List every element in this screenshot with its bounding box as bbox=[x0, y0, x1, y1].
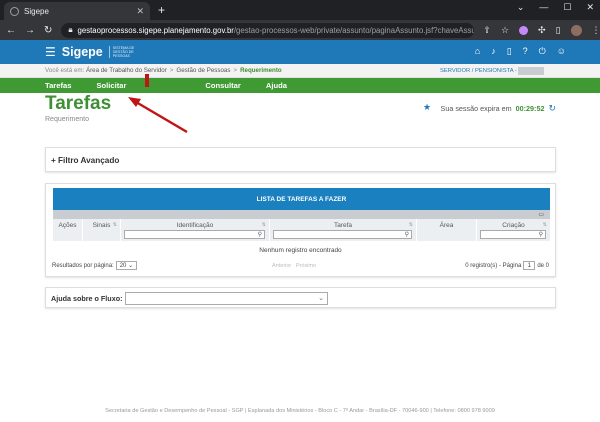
chevron-down-icon[interactable]: ⌄ bbox=[517, 2, 525, 13]
address-bar[interactable]: 🔒︎ gestaoprocessos.sigepe.planejamento.g… bbox=[61, 22, 475, 38]
menu-item-consultar[interactable]: Consultar bbox=[205, 81, 240, 90]
column-sinais[interactable]: Sinais ⇅ bbox=[83, 219, 121, 241]
bookmark-star-icon[interactable]: ☆ bbox=[501, 25, 509, 36]
help-icon[interactable]: ? bbox=[523, 46, 528, 57]
new-tab-button[interactable]: + bbox=[158, 3, 165, 17]
browser-tab[interactable]: Sigepe ✕ bbox=[4, 2, 150, 20]
task-list-panel: LISTA DE TAREFAS A FAZER ▭ Ações Sinais ⇅… bbox=[45, 183, 556, 277]
column-area: Área bbox=[417, 219, 477, 241]
main-menu: Tarefas Solicitar Consultar Ajuda bbox=[0, 74, 600, 93]
sort-icon[interactable]: ⇅ bbox=[113, 222, 117, 228]
bell-icon[interactable]: ♪ bbox=[491, 46, 496, 57]
menu-item-tarefas[interactable]: Tarefas bbox=[45, 81, 71, 90]
column-acoes: Ações bbox=[53, 219, 83, 241]
minimize-icon[interactable]: — bbox=[539, 2, 548, 13]
search-icon: ⚲ bbox=[257, 232, 262, 238]
extension-icon[interactable] bbox=[519, 25, 529, 35]
reload-icon[interactable]: ↻ bbox=[44, 25, 52, 36]
tab-title: Sigepe bbox=[24, 6, 49, 16]
app-header: ☰ Sigepe SISTEMA DE GESTÃO DE PESSOAS ⌂ … bbox=[0, 40, 600, 64]
url-path: /gestao-processos-web/private/assunto/pa… bbox=[233, 25, 475, 35]
flow-help-dropdown[interactable]: ⌄ bbox=[125, 292, 328, 305]
hamburger-menu-icon[interactable]: ☰ bbox=[45, 45, 56, 59]
page-footer: Secretaria de Gestão e Desempenho de Pes… bbox=[105, 408, 495, 414]
breadcrumb-prefix: Você está em: bbox=[45, 67, 85, 74]
pager-nav: Anterior Próximo bbox=[272, 263, 316, 269]
user-icon[interactable]: ☺ bbox=[557, 46, 566, 57]
page-total: de 0 bbox=[537, 262, 549, 269]
mobile-icon[interactable]: ▯ bbox=[507, 46, 512, 57]
refresh-icon[interactable]: ↻ bbox=[548, 103, 556, 114]
logo-subtitle: SISTEMA DE GESTÃO DE PESSOAS bbox=[108, 46, 139, 58]
table-header: Ações Sinais ⇅ Identificação ⇅ ⚲ Tarefa ⇅ ⚲ Á… bbox=[53, 219, 550, 241]
columns-icon[interactable]: ▭ bbox=[538, 211, 544, 218]
session-label: Sua sessão expira em bbox=[440, 104, 512, 113]
flow-help-panel: Ajuda sobre o Fluxo: ⌄ bbox=[45, 287, 556, 308]
search-icon: ⚲ bbox=[404, 232, 409, 238]
advanced-filter-panel[interactable]: + Filtro Avançado bbox=[45, 147, 556, 172]
advanced-filter-toggle[interactable]: + Filtro Avançado bbox=[51, 156, 119, 165]
menu-item-ajuda[interactable]: Ajuda bbox=[266, 81, 287, 90]
sigepe-logo: Sigepe bbox=[61, 45, 103, 59]
sidebar-icon[interactable]: ▯ bbox=[556, 25, 561, 36]
sort-icon[interactable]: ⇅ bbox=[262, 222, 266, 228]
highlight-box bbox=[145, 74, 150, 87]
browser-tab-strip: Sigepe ✕ + ⌄ — ☐ ✕ bbox=[0, 0, 600, 20]
search-icon: ⚲ bbox=[538, 232, 543, 238]
page-info: 0 registro(s) - Página 1 de 0 bbox=[465, 261, 549, 270]
per-page-label: Resultados por página: bbox=[52, 262, 114, 269]
more-icon[interactable]: ⋮ bbox=[592, 25, 600, 36]
chevron-down-icon: ⌄ bbox=[318, 295, 324, 302]
power-icon[interactable]: ⏻ bbox=[539, 46, 546, 57]
header-icons: ⌂ ♪ ▯ ? ⏻ ☺ bbox=[475, 46, 566, 57]
sort-icon[interactable]: ⇅ bbox=[409, 222, 413, 228]
puzzle-icon[interactable]: ✣ bbox=[538, 25, 546, 36]
home-icon[interactable]: ⌂ bbox=[475, 46, 480, 57]
table-title: LISTA DE TAREFAS A FAZER bbox=[53, 188, 550, 210]
empty-message: Nenhum registro encontrado bbox=[259, 247, 342, 254]
column-identificacao[interactable]: Identificação ⇅ ⚲ bbox=[121, 219, 270, 241]
column-tarefa[interactable]: Tarefa ⇅ ⚲ bbox=[270, 219, 417, 241]
column-criacao[interactable]: Criação ⇅ ⚲ bbox=[477, 219, 550, 241]
session-time: 00:29:52 bbox=[515, 104, 545, 113]
window-controls: ⌄ — ☐ ✕ bbox=[517, 2, 594, 13]
page-number-input[interactable]: 1 bbox=[523, 261, 536, 270]
back-icon[interactable]: ← bbox=[6, 25, 16, 36]
breadcrumb-current: Requerimento bbox=[240, 67, 282, 74]
page-subtitle: Requerimento bbox=[45, 116, 89, 123]
flow-help-label: Ajuda sobre o Fluxo: bbox=[51, 294, 123, 303]
favorite-star-icon[interactable]: ★ bbox=[423, 102, 431, 113]
breadcrumb: Você está em: Área de Trabalho do Servid… bbox=[0, 64, 600, 78]
table-toolbar: ▭ bbox=[53, 210, 550, 219]
user-profile-label[interactable]: SERVIDOR / PENSIONISTA - DPF bbox=[440, 68, 530, 74]
prev-page-link[interactable]: Anterior bbox=[272, 263, 291, 269]
next-page-link[interactable]: Próximo bbox=[296, 263, 316, 269]
page-title: Tarefas bbox=[45, 93, 112, 114]
records-count: 0 registro(s) - Página bbox=[465, 262, 522, 269]
forward-icon[interactable]: → bbox=[25, 25, 35, 36]
maximize-icon[interactable]: ☐ bbox=[563, 2, 571, 13]
session-timer: Sua sessão expira em 00:29:52 ↻ bbox=[441, 103, 556, 114]
breadcrumb-item[interactable]: Área de Trabalho do Servidor bbox=[86, 67, 167, 74]
extensions-area: ⇪ ☆ ✣ ▯ ⋮ bbox=[483, 24, 600, 36]
blurred-user-name bbox=[518, 67, 544, 75]
tarefa-filter-input[interactable]: ⚲ bbox=[273, 230, 412, 239]
sort-icon[interactable]: ⇅ bbox=[543, 222, 547, 228]
url-domain: gestaoprocessos.sigepe.planejamento.gov.… bbox=[77, 25, 234, 35]
close-tab-icon[interactable]: ✕ bbox=[136, 6, 144, 17]
menu-item-solicitar[interactable]: Solicitar bbox=[96, 74, 180, 90]
lock-icon: 🔒︎ bbox=[68, 25, 73, 34]
criacao-filter-input[interactable]: ⚲ bbox=[480, 230, 546, 239]
share-icon[interactable]: ⇪ bbox=[483, 25, 491, 36]
profile-avatar[interactable] bbox=[570, 24, 582, 36]
identificacao-filter-input[interactable]: ⚲ bbox=[124, 230, 265, 239]
browser-toolbar: ← → ↻ 🔒︎ gestaoprocessos.sigepe.planejam… bbox=[0, 20, 600, 40]
page-title-area: Tarefas Requerimento ★ Sua sessão expira… bbox=[0, 93, 600, 139]
close-window-icon[interactable]: ✕ bbox=[586, 2, 594, 13]
globe-icon bbox=[10, 6, 19, 16]
table-pager: Resultados por página: 20 ⌄ Anterior Pró… bbox=[52, 261, 549, 270]
breadcrumb-item[interactable]: Gestão de Pessoas bbox=[176, 67, 230, 74]
per-page-select[interactable]: 20 ⌄ bbox=[115, 261, 138, 270]
